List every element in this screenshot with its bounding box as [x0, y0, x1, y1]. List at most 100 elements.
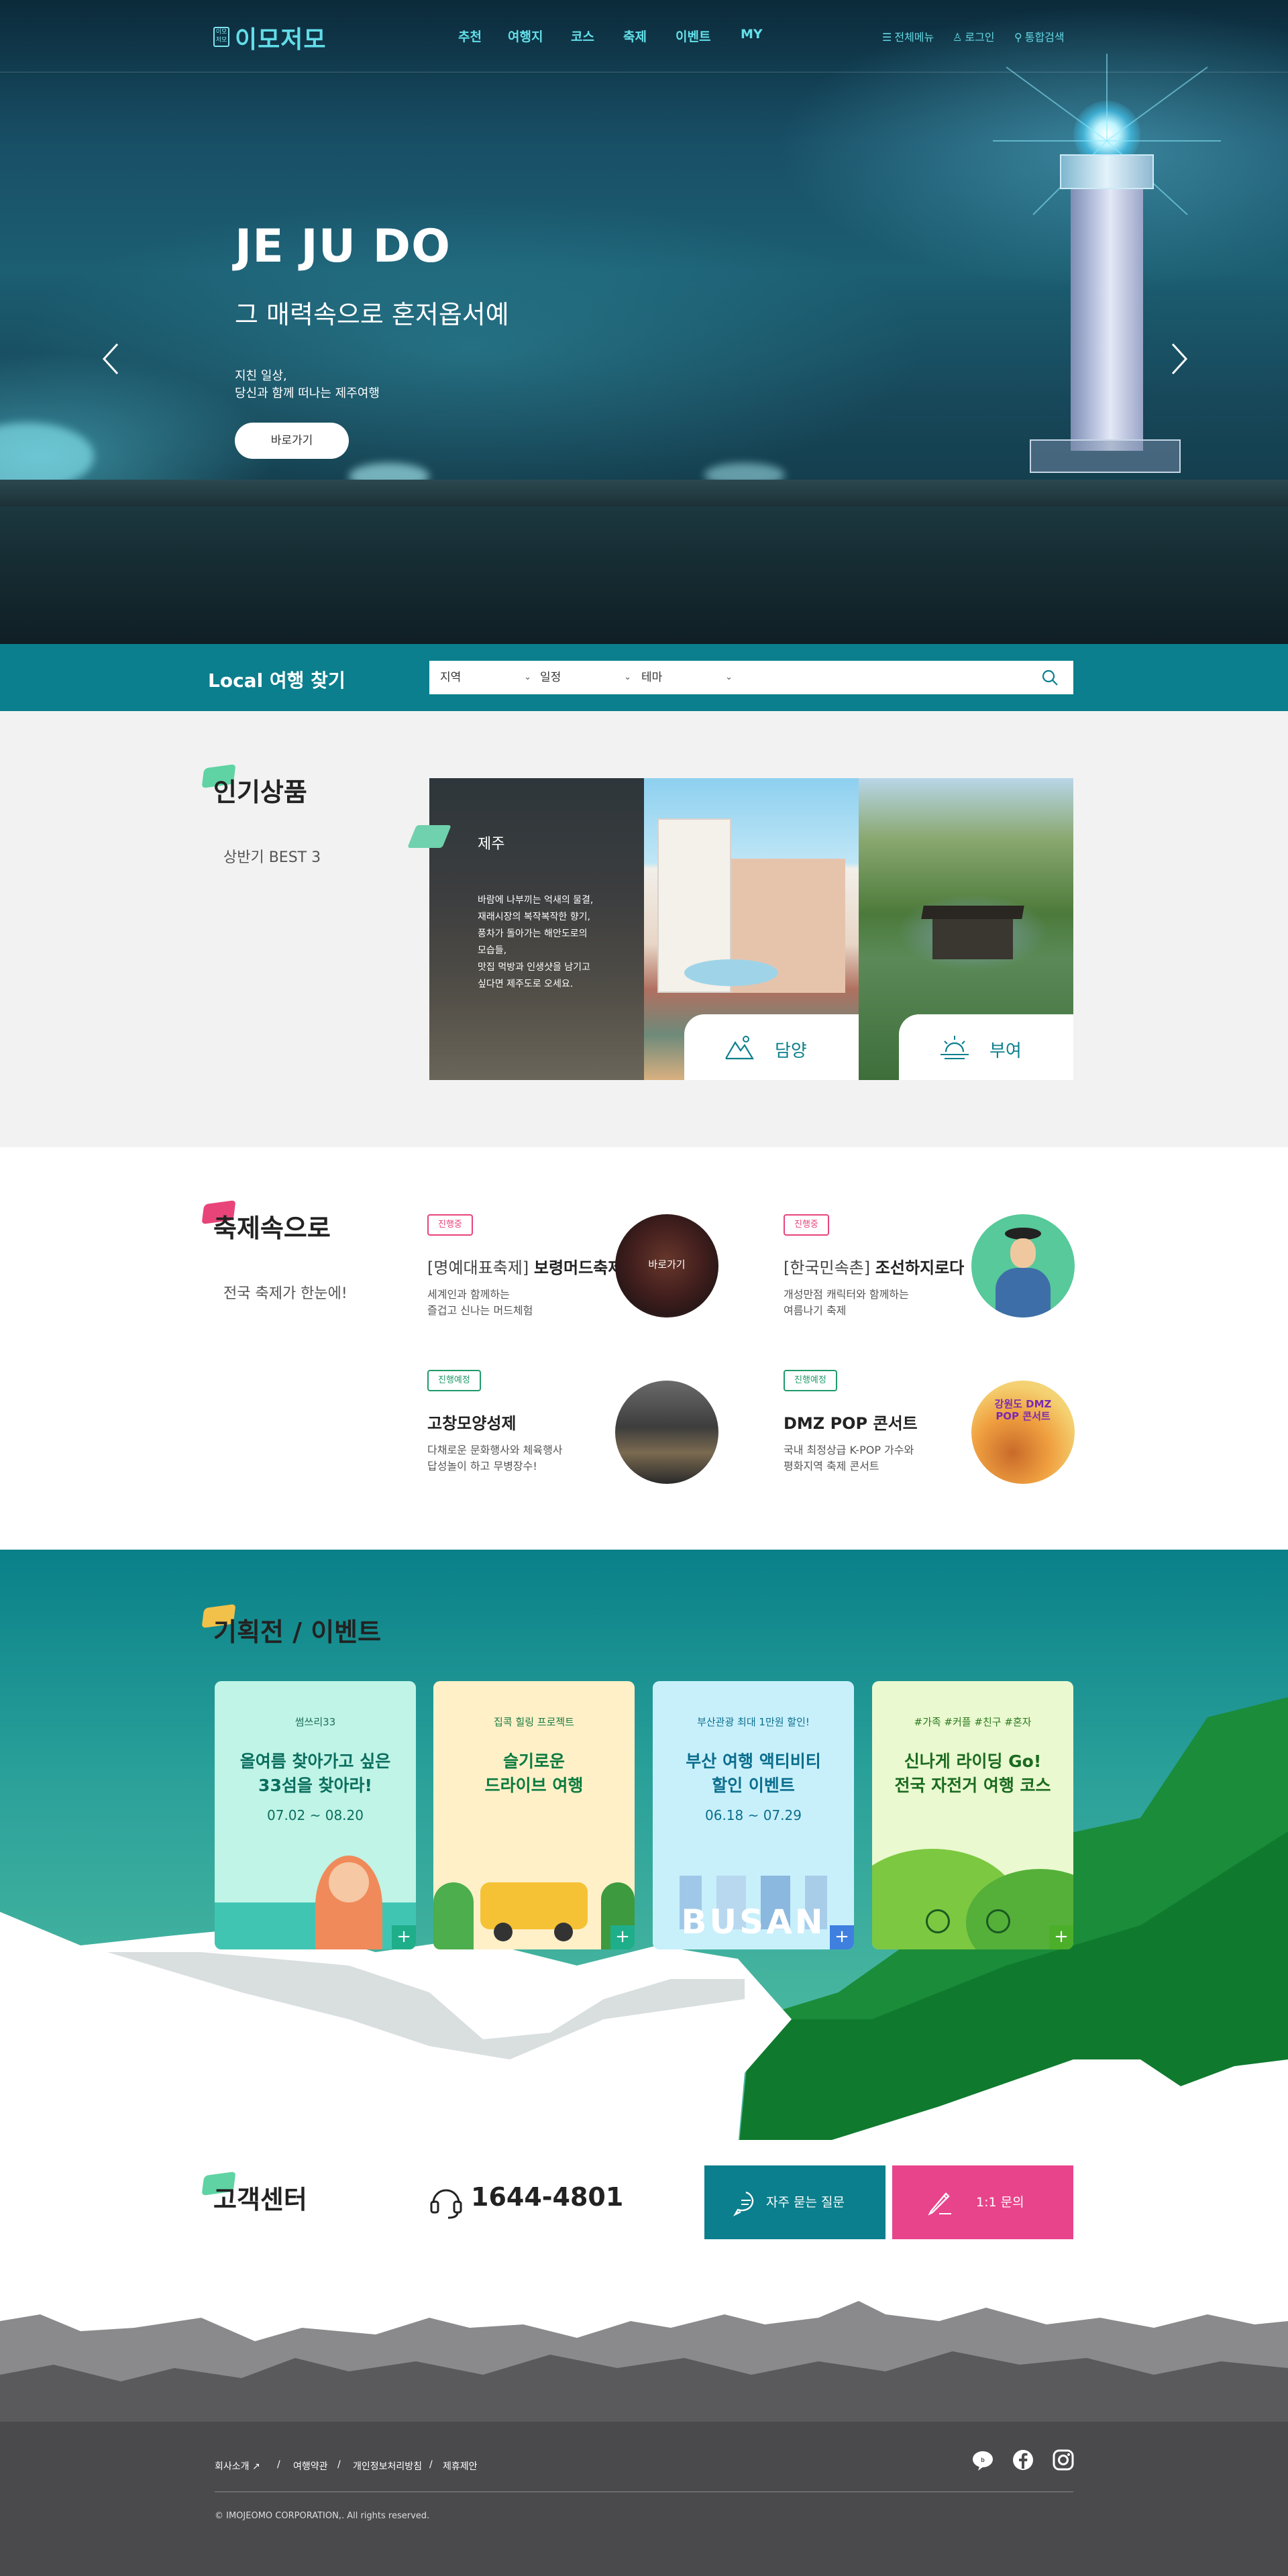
- footer-link-terms[interactable]: 여행약관: [293, 2459, 328, 2473]
- dmz-concert-thumbnail[interactable]: 강원도 DMZ POP 콘서트: [971, 1381, 1075, 1484]
- faq-button[interactable]: 자주 묻는 질문: [704, 2165, 885, 2239]
- event-card[interactable]: 썸쓰리33 올여름 찾아가고 싶은 33섬을 찾아라! 07.02 ~ 08.2…: [215, 1681, 416, 1949]
- gochang-thumbnail[interactable]: [615, 1381, 718, 1484]
- blog-icon[interactable]: b: [971, 2449, 994, 2471]
- logo-mark[interactable]: 이모 저모: [213, 27, 229, 47]
- joseon-festival-thumbnail[interactable]: [971, 1214, 1075, 1318]
- user-icon: ♙: [953, 31, 963, 44]
- festival-item[interactable]: 진행예정 고창모양성제 다채로운 문화행사와 체육행사 답성놀이 하고 무병장수!: [427, 1370, 722, 1484]
- search-submit-icon[interactable]: [1041, 669, 1059, 686]
- event-card[interactable]: 집콕 힐링 프로젝트 슬기로운 드라이브 여행 +: [433, 1681, 635, 1949]
- bicycle-wheel: [926, 1909, 950, 1933]
- global-search-label: 통합검색: [1024, 31, 1065, 44]
- festival-desc: 세계인과 함께하는 즐겁고 신나는 머드체험: [427, 1287, 588, 1319]
- hero-title: JE JU DO: [235, 220, 451, 273]
- jeju-card-text: 바람에 나부끼는 억새의 물결, 재래시장의 복작복작한 향기, 풍차가 돌아가…: [478, 892, 625, 993]
- event-card[interactable]: 부산관광 최대 1만원 할인! 부산 여행 액티비티 할인 이벤트 06.18 …: [653, 1681, 854, 1949]
- festival-item[interactable]: 진행예정 DMZ POP 콘서트 국내 최정상급 K-POP 가수와 평화지역 축…: [784, 1370, 1079, 1484]
- popular-card-jeju[interactable]: 제주 바람에 나부끼는 억새의 물결, 재래시장의 복작복작한 향기, 풍차가 …: [429, 778, 644, 1080]
- festival-name: [한국민속촌] 조선하지로다: [784, 1254, 964, 1278]
- event-title-line1: 올여름 찾아가고 싶은: [239, 1752, 391, 1771]
- mountain-icon: [725, 1036, 754, 1060]
- all-menu-button[interactable]: ☰ 전체메뉴: [882, 28, 934, 44]
- jeju-text-line: 풍차가 돌아가는 해안도로의: [478, 928, 588, 939]
- events-section: [0, 1550, 1288, 2294]
- footer-mountains: [0, 2301, 1288, 2576]
- pavilion-shape: [932, 912, 1013, 959]
- schedule-select-value: 일정: [540, 671, 561, 684]
- festival-item[interactable]: 진행중 [한국민속촌] 조선하지로다 개성만점 캐릭터와 함께하는 여름나기 축제: [784, 1214, 1079, 1328]
- wheel-shape: [494, 1923, 513, 1941]
- chevron-down-icon: ⌄: [725, 672, 733, 682]
- footer-link-company[interactable]: 회사소개 ↗: [215, 2459, 260, 2473]
- region-select[interactable]: 지역 ⌄: [440, 661, 531, 694]
- popular-card-buyeo[interactable]: 부여: [859, 778, 1073, 1080]
- footer-link-partnership[interactable]: 제휴제안: [443, 2459, 478, 2473]
- festival-desc: 다채로운 문화행사와 체육행사 답성놀이 하고 무병장수!: [427, 1442, 588, 1474]
- footer-divider: [215, 2491, 1073, 2492]
- popular-card-damyang[interactable]: 담양: [644, 778, 859, 1080]
- global-search-button[interactable]: ⚲ 통합검색: [1014, 28, 1065, 44]
- festival-desc-line: 개성만점 캐릭터와 함께하는: [784, 1288, 909, 1301]
- qna-button[interactable]: 1:1 문의: [892, 2165, 1073, 2239]
- wheel-shape: [554, 1923, 573, 1941]
- festival-name: DMZ POP 콘서트: [784, 1410, 918, 1434]
- festival-title-text: 고창모양성제: [427, 1414, 517, 1433]
- footer: [0, 2301, 1288, 2576]
- dmz-poster-line1: 강원도 DMZ: [994, 1398, 1052, 1410]
- search-icon: ⚲: [1014, 31, 1022, 44]
- footer-link-privacy[interactable]: 개인정보처리방침: [353, 2459, 422, 2473]
- cs-phone-number[interactable]: 1644-4801: [471, 2182, 623, 2212]
- more-plus-button[interactable]: +: [1049, 1925, 1073, 1949]
- status-badge: 진행중: [427, 1214, 473, 1236]
- prev-slide-icon[interactable]: [97, 339, 124, 379]
- event-tag: 집콕 힐링 프로젝트: [494, 1716, 574, 1728]
- facebook-icon[interactable]: [1012, 2449, 1034, 2471]
- nav-item-recommend[interactable]: 추천: [458, 27, 482, 45]
- lighthouse-tower: [1071, 189, 1143, 451]
- hero-go-button[interactable]: 바로가기: [235, 423, 349, 459]
- jeju-text-line: 모습들,: [478, 945, 507, 956]
- qna-label: 1:1 문의: [976, 2195, 1024, 2210]
- more-plus-button[interactable]: +: [392, 1925, 416, 1949]
- event-card[interactable]: #가족 #커플 #친구 #혼자 신나게 라이딩 Go! 전국 자전거 여행 코스…: [872, 1681, 1073, 1949]
- instagram-icon[interactable]: [1052, 2449, 1075, 2471]
- next-slide-icon[interactable]: [1166, 339, 1193, 379]
- nav-item-my[interactable]: MY: [741, 27, 763, 42]
- go-overlay-label[interactable]: 바로가기: [615, 1257, 718, 1271]
- event-title-line2: 33섬을 찾아라!: [258, 1776, 372, 1795]
- footer-separator: /: [337, 2459, 341, 2470]
- hero-desc-line2: 당신과 함께 떠나는 제주여행: [235, 386, 380, 400]
- festival-name: 고창모양성제: [427, 1410, 516, 1434]
- schedule-select[interactable]: 일정 ⌄: [540, 661, 631, 694]
- more-plus-button[interactable]: +: [830, 1925, 854, 1949]
- status-badge: 진행예정: [427, 1370, 481, 1391]
- festival-item[interactable]: 진행중 [명예대표축제] 보령머드축제 세계인과 함께하는 즐겁고 신나는 머드체…: [427, 1214, 722, 1328]
- nav-item-festival[interactable]: 축제: [623, 27, 647, 45]
- more-plus-button[interactable]: +: [610, 1925, 635, 1949]
- car-illustration: [480, 1882, 588, 1929]
- chevron-down-icon: ⌄: [624, 672, 631, 682]
- nav-item-destinations[interactable]: 여행지: [508, 27, 543, 45]
- hero-breakwater: [0, 480, 1288, 506]
- cs-title: 고객센터: [213, 2185, 307, 2214]
- theme-select[interactable]: 테마 ⌄: [641, 661, 733, 694]
- event-tag: #가족 #커플 #친구 #혼자: [914, 1716, 1032, 1728]
- event-date: 07.02 ~ 08.20: [267, 1807, 364, 1823]
- festival-title-text: DMZ POP 콘서트: [784, 1414, 918, 1433]
- festival-desc-line: 즐겁고 신나는 머드체험: [427, 1304, 533, 1317]
- robe-shape: [996, 1268, 1051, 1318]
- login-button[interactable]: ♙ 로그인: [953, 28, 995, 44]
- local-search-bar: Local 여행 찾기 지역 ⌄ 일정 ⌄ 테마 ⌄: [0, 644, 1288, 711]
- search-box[interactable]: 지역 ⌄ 일정 ⌄ 테마 ⌄: [429, 661, 1073, 694]
- festival-desc: 개성만점 캐릭터와 함께하는 여름나기 축제: [784, 1287, 945, 1319]
- theme-select-value: 테마: [641, 671, 663, 684]
- hero-desc-line1: 지친 일상,: [235, 369, 287, 383]
- nav-item-course[interactable]: 코스: [571, 27, 594, 45]
- nav-item-event[interactable]: 이벤트: [676, 27, 710, 45]
- plant-shape: [433, 1882, 474, 1949]
- faq-label: 자주 묻는 질문: [766, 2195, 845, 2210]
- boryeong-mud-thumbnail[interactable]: 바로가기: [615, 1214, 718, 1318]
- status-badge: 진행중: [784, 1214, 829, 1236]
- logo[interactable]: 이모저모: [235, 20, 326, 55]
